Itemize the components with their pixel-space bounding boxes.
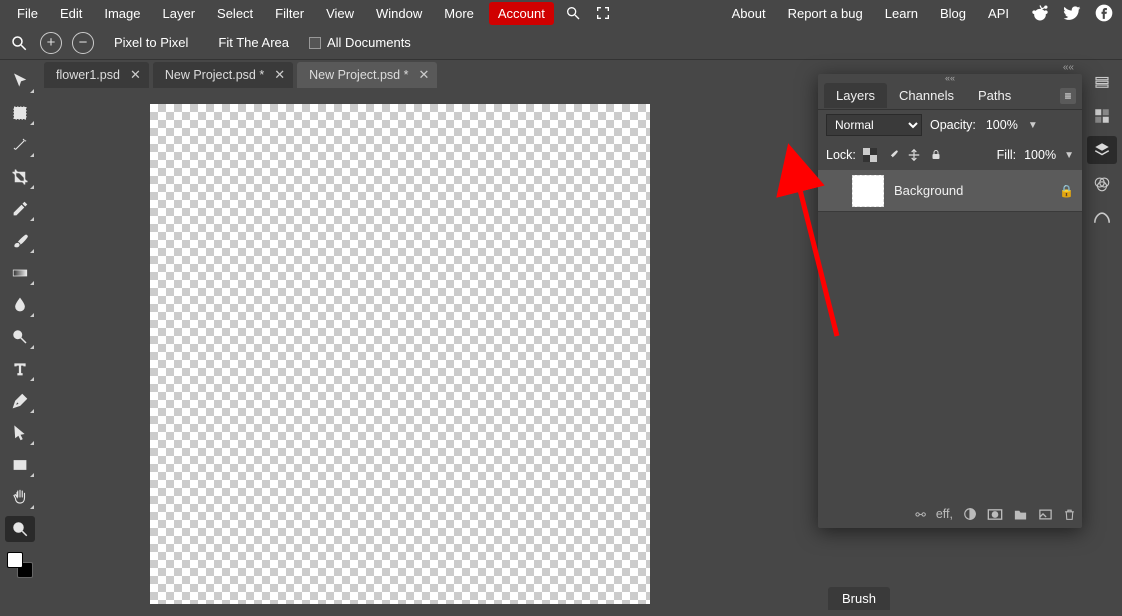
menu-more[interactable]: More	[433, 2, 485, 25]
fill-label: Fill:	[997, 148, 1016, 162]
brush-tab[interactable]: Brush	[828, 587, 890, 610]
link-layers-icon[interactable]: ⚯	[915, 507, 925, 522]
tab-close[interactable]: ✕	[274, 67, 285, 83]
lock-all-icon[interactable]	[928, 147, 944, 163]
tab-close[interactable]: ✕	[130, 67, 141, 83]
tab-layers[interactable]: Layers	[824, 83, 887, 108]
menu-select[interactable]: Select	[206, 2, 264, 25]
gradient-tool[interactable]	[5, 260, 35, 286]
opacity-slider-icon[interactable]: ▼	[1028, 120, 1038, 131]
fill-slider-icon[interactable]: ▼	[1064, 150, 1074, 161]
menu-layer[interactable]: Layer	[152, 2, 207, 25]
fullscreen-icon[interactable]	[592, 2, 614, 24]
document-tabs: flower1.psd ✕ New Project.psd * ✕ New Pr…	[40, 60, 770, 88]
search-icon[interactable]	[562, 2, 584, 24]
visibility-toggle[interactable]	[826, 183, 842, 199]
zoom-out-button[interactable]: −	[72, 32, 94, 54]
dock-paths[interactable]	[1087, 204, 1117, 232]
layer-thumbnail[interactable]	[852, 175, 884, 207]
menu-file[interactable]: File	[6, 2, 49, 25]
type-tool[interactable]	[5, 356, 35, 382]
menu-view[interactable]: View	[315, 2, 365, 25]
move-tool[interactable]	[5, 68, 35, 94]
canvas[interactable]	[150, 104, 650, 604]
all-documents-checkbox[interactable]: All Documents	[309, 35, 411, 50]
menu-filter[interactable]: Filter	[264, 2, 315, 25]
opacity-value[interactable]: 100%	[984, 117, 1020, 133]
layer-item-background[interactable]: Background 🔒	[818, 170, 1082, 212]
menu-api[interactable]: API	[977, 2, 1020, 25]
zoom-tool-icon[interactable]	[8, 32, 30, 54]
pixel-to-pixel-button[interactable]: Pixel to Pixel	[104, 35, 198, 50]
crop-tool[interactable]	[5, 164, 35, 190]
adjustment-layer-icon[interactable]	[963, 507, 977, 521]
layer-mask-icon[interactable]	[987, 508, 1003, 521]
brush-panel[interactable]: Brush	[818, 580, 1082, 616]
fit-the-area-button[interactable]: Fit The Area	[208, 35, 299, 50]
facebook-icon[interactable]	[1092, 1, 1116, 25]
lock-position-icon[interactable]	[906, 147, 922, 163]
hand-tool[interactable]	[5, 484, 35, 510]
checkbox-icon	[309, 37, 321, 49]
new-layer-icon[interactable]	[1038, 508, 1053, 521]
dock-layers[interactable]	[1087, 136, 1117, 164]
menu-image[interactable]: Image	[93, 2, 151, 25]
menu-window[interactable]: Window	[365, 2, 433, 25]
tools-sidebar	[0, 60, 40, 616]
fg-color[interactable]	[7, 552, 23, 568]
marquee-tool[interactable]	[5, 100, 35, 126]
panel-options-icon[interactable]: ≡	[1060, 88, 1076, 104]
tab-label: New Project.psd *	[309, 68, 408, 82]
opacity-label: Opacity:	[930, 118, 976, 132]
color-swatch[interactable]	[7, 552, 33, 578]
magic-wand-tool[interactable]	[5, 132, 35, 158]
menu-blog[interactable]: Blog	[929, 2, 977, 25]
reddit-icon[interactable]	[1028, 1, 1052, 25]
menu-about[interactable]: About	[721, 2, 777, 25]
panel-collapse-handle[interactable]: ««	[818, 74, 1082, 82]
lock-transparency-icon[interactable]	[862, 147, 878, 163]
tab-2[interactable]: New Project.psd * ✕	[297, 62, 437, 88]
eyedropper-tool[interactable]	[5, 196, 35, 222]
brush-tool[interactable]	[5, 228, 35, 254]
dock-swatches[interactable]	[1087, 102, 1117, 130]
menu-report[interactable]: Report a bug	[777, 2, 874, 25]
layers-panel: «« Layers Channels Paths ≡ Normal Opacit…	[818, 74, 1082, 528]
blend-mode-select[interactable]: Normal	[826, 114, 922, 136]
tab-label: New Project.psd *	[165, 68, 264, 82]
path-select-tool[interactable]	[5, 420, 35, 446]
zoom-in-button[interactable]: +	[40, 32, 62, 54]
tab-paths[interactable]: Paths	[966, 83, 1023, 108]
shape-tool[interactable]	[5, 452, 35, 478]
lock-label: Lock:	[826, 148, 856, 162]
pen-tool[interactable]	[5, 388, 35, 414]
tab-1[interactable]: New Project.psd * ✕	[153, 62, 293, 88]
menu-learn[interactable]: Learn	[874, 2, 929, 25]
layer-effects-button[interactable]: eff,	[936, 507, 953, 521]
lock-image-icon[interactable]	[884, 147, 900, 163]
delete-layer-icon[interactable]	[1063, 507, 1076, 522]
tab-channels[interactable]: Channels	[887, 83, 966, 108]
layer-name[interactable]: Background	[894, 183, 1049, 198]
zoom-tool[interactable]	[5, 516, 35, 542]
dock	[1082, 60, 1122, 616]
twitter-icon[interactable]	[1060, 1, 1084, 25]
tab-close[interactable]: ✕	[418, 67, 429, 83]
layer-list: Background 🔒	[818, 170, 1082, 500]
new-folder-icon[interactable]	[1013, 508, 1028, 521]
dock-history[interactable]	[1087, 68, 1117, 96]
fill-value[interactable]: 100%	[1022, 147, 1058, 163]
blur-tool[interactable]	[5, 292, 35, 318]
menu-edit[interactable]: Edit	[49, 2, 93, 25]
tab-label: flower1.psd	[56, 68, 120, 82]
lock-icon: 🔒	[1059, 184, 1074, 198]
dock-channels[interactable]	[1087, 170, 1117, 198]
dodge-tool[interactable]	[5, 324, 35, 350]
menu-account[interactable]: Account	[489, 2, 554, 25]
tab-0[interactable]: flower1.psd ✕	[44, 62, 149, 88]
all-documents-label: All Documents	[327, 35, 411, 50]
